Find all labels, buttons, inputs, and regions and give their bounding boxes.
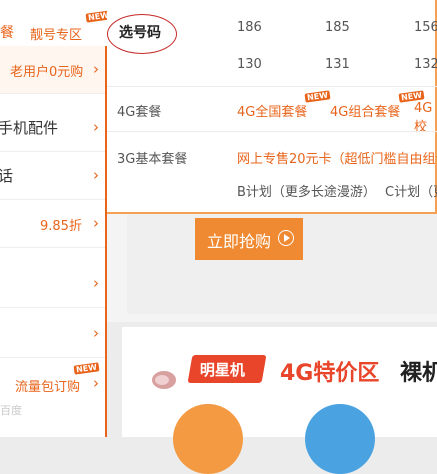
plan-4g-campus-link[interactable]: 4G校 <box>414 101 435 135</box>
sidebar-item-label: 话 <box>0 167 14 185</box>
sidebar-item-discount[interactable]: 9.85折 › <box>0 200 105 248</box>
chevron-right-icon: › <box>93 374 99 392</box>
sidebar-item-label: 手机配件 <box>0 119 59 137</box>
apple-product-icon[interactable] <box>173 404 243 474</box>
chevron-right-icon: › <box>93 60 99 78</box>
dropdown-panel: 选号码 186 185 156 130 131 132 4G套餐 4G全国套餐 … <box>107 0 437 214</box>
divider <box>107 131 437 132</box>
chevron-right-icon: › <box>93 274 99 292</box>
plan-3g-b-link[interactable]: B计划（更多长途漫游） <box>237 181 376 200</box>
buy-now-button[interactable]: 立即抢购 <box>195 218 303 260</box>
plan-4g-national-link[interactable]: 4G全国套餐 <box>237 101 307 120</box>
play-icon <box>278 230 294 246</box>
promo-title: 4G特价区 <box>280 361 380 386</box>
chevron-right-icon: › <box>93 166 99 184</box>
sidebar-item-data-package[interactable]: 流量包订购 NEW › <box>0 360 105 408</box>
number-prefix-link[interactable]: 156 <box>414 20 437 35</box>
new-badge: NEW <box>73 362 100 375</box>
sidebar-item-5[interactable]: › <box>0 260 105 308</box>
plans-3g-label: 3G基本套餐 <box>117 152 188 167</box>
category-sidebar: 老用户0元购 › 手机配件 › 话 › 9.85折 › › › 流量包订购 NE… <box>0 46 107 437</box>
plans-4g-label: 4G套餐 <box>117 105 162 120</box>
product-thumbnail[interactable] <box>305 404 375 474</box>
watermark: 百度 <box>0 404 22 417</box>
sidebar-item-label: 9.85折 <box>40 219 82 234</box>
sidebar-item-label: 老用户0元购 <box>10 65 84 80</box>
sidebar-item-label: 流量包订购 <box>15 380 81 395</box>
star-phone-badge: 明星机 <box>187 355 267 383</box>
choose-number-label[interactable]: 选号码 <box>119 22 161 42</box>
star-phone-label: 明星机 <box>199 361 245 379</box>
number-prefix-link[interactable]: 131 <box>325 57 350 72</box>
number-prefix-link[interactable]: 186 <box>237 20 262 35</box>
number-prefix-link[interactable]: 130 <box>237 57 262 72</box>
chevron-right-icon: › <box>93 118 99 136</box>
divider <box>107 86 437 87</box>
flower-icon <box>152 371 176 389</box>
top-nav-tab-partial[interactable]: 餐 <box>0 22 14 42</box>
chevron-right-icon: › <box>93 324 99 342</box>
promo-title-2: 裸机 <box>400 361 437 386</box>
buy-now-label: 立即抢购 <box>207 232 272 251</box>
plan-3g-20yuan-link[interactable]: 网上专售20元卡（超低门槛自由组合 <box>237 148 437 167</box>
sidebar-item-calls[interactable]: 话 › <box>0 152 105 200</box>
number-prefix-link[interactable]: 185 <box>325 20 350 35</box>
top-nav-tab-lucky-numbers[interactable]: 靓号专区 <box>30 24 82 43</box>
chevron-right-icon: › <box>93 214 99 232</box>
sidebar-item-old-user-free[interactable]: 老用户0元购 › <box>0 46 105 94</box>
plan-4g-combo-link[interactable]: 4G组合套餐 <box>330 101 400 120</box>
new-badge: NEW <box>304 90 331 103</box>
sidebar-item-accessories[interactable]: 手机配件 › <box>0 104 105 152</box>
plan-3g-c-link[interactable]: C计划（更 <box>385 181 437 200</box>
number-prefix-link[interactable]: 132 <box>414 57 437 72</box>
sidebar-item-6[interactable]: › <box>0 310 105 358</box>
